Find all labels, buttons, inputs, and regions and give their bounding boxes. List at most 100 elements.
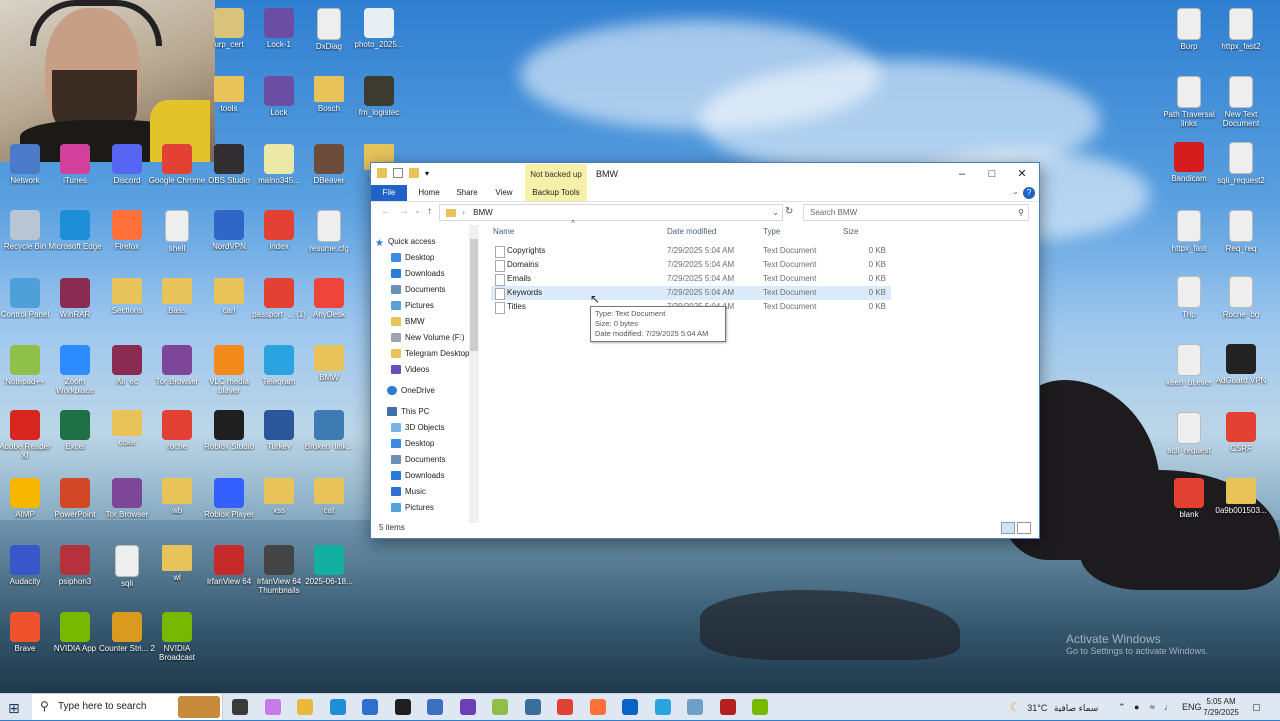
telegram-icon[interactable]: [654, 699, 671, 715]
desktop-icon[interactable]: sqli_request: [1160, 412, 1218, 455]
windows-start-icon[interactable]: ⊞: [8, 700, 20, 717]
view-toggle[interactable]: [1001, 522, 1031, 534]
desktop-icon[interactable]: wl: [148, 545, 206, 582]
details-view-icon[interactable]: [1001, 522, 1015, 534]
quick-access-toolbar[interactable]: ▾: [377, 168, 429, 178]
nav-item[interactable]: Documents✦: [391, 283, 481, 297]
desktop-icon[interactable]: iTunes: [46, 144, 104, 185]
new-folder-icon[interactable]: [409, 168, 419, 178]
desktop-icon[interactable]: Bandicam: [1160, 142, 1218, 183]
search-icon[interactable]: ⚲: [1018, 205, 1024, 220]
close-button[interactable]: ✕: [1007, 163, 1037, 185]
desktop-icon[interactable]: Req_req: [1212, 210, 1270, 253]
notepad-icon[interactable]: [687, 699, 703, 715]
desktop-icon[interactable]: cat: [300, 478, 358, 515]
file-row[interactable]: Keywords 7/29/2025 5:04 AM Text Document 0 …: [491, 286, 891, 300]
desktop-icon[interactable]: AdGuard VPN: [1212, 344, 1270, 385]
clock[interactable]: 5:05 AM 7/29/2025: [1196, 696, 1246, 718]
search-box[interactable]: Search BMW ⚲: [803, 204, 1029, 221]
desktop-icon[interactable]: Trip: [1160, 276, 1218, 319]
desktop-icon[interactable]: 0a9b001503...: [1212, 478, 1270, 515]
nav-item[interactable]: Pictures✦: [391, 299, 481, 313]
task-view-icon[interactable]: [232, 699, 248, 715]
desktop-icon[interactable]: httpx_fast: [1160, 210, 1218, 253]
notification-icon[interactable]: ▢: [1252, 694, 1261, 720]
nav-item[interactable]: Music: [391, 485, 481, 499]
app-icon[interactable]: [427, 699, 443, 715]
app-icon[interactable]: [524, 699, 541, 715]
copilot-icon[interactable]: [264, 699, 281, 715]
desktop-icon[interactable]: NVIDIA Broadcast: [148, 612, 206, 662]
desktop-icon[interactable]: resume.cfg: [300, 210, 358, 253]
desktop-icon[interactable]: Excel: [46, 410, 104, 451]
desktop-icon[interactable]: AnyDesk: [300, 278, 358, 319]
forward-arrow-icon[interactable]: →: [399, 206, 409, 217]
title-bar[interactable]: ▾ Not backed up BMW – □ ✕: [371, 163, 1039, 185]
desktop-icon[interactable]: WinRAR: [46, 278, 104, 319]
nav-quick-access[interactable]: ★ Quick access: [375, 235, 475, 249]
tab-view[interactable]: View: [489, 185, 519, 201]
nvidia-icon[interactable]: [752, 699, 768, 715]
chevron-down-icon[interactable]: ⌄: [772, 205, 779, 220]
edge-icon[interactable]: [329, 699, 346, 715]
microphone-icon[interactable]: ●: [1134, 694, 1139, 720]
column-name[interactable]: Name: [493, 227, 514, 236]
desktop-icon[interactable]: wb: [148, 478, 206, 515]
help-icon[interactable]: ?: [1023, 187, 1035, 199]
taskbar-search[interactable]: ⚲ Type here to search: [32, 694, 223, 720]
firefox-icon[interactable]: [589, 699, 606, 715]
large-icons-view-icon[interactable]: [1017, 522, 1031, 534]
taskbar-search-input[interactable]: Type here to search: [58, 701, 146, 712]
desktop-icon[interactable]: photo_2025...: [350, 8, 408, 49]
nav-scrollbar[interactable]: [469, 225, 479, 523]
weather-widget[interactable]: ☾ 31°C سماء صافية: [1010, 694, 1098, 720]
desktop-icon[interactable]: Tor Browser: [148, 345, 206, 386]
desktop-icon[interactable]: fm_logistec: [350, 76, 408, 117]
store-icon[interactable]: [362, 699, 378, 715]
desktop-icon[interactable]: Google Chrome: [148, 144, 206, 185]
volume-icon[interactable]: ♩: [1164, 694, 1173, 720]
vs-icon[interactable]: [459, 699, 476, 715]
desktop-icon[interactable]: sqli_request2: [1212, 142, 1270, 185]
desktop-icon[interactable]: keen_pl.ever: [1160, 344, 1218, 387]
nav-item[interactable]: Downloads: [391, 469, 481, 483]
chevron-down-icon[interactable]: ▾: [425, 169, 429, 178]
tab-share[interactable]: Share: [451, 185, 483, 201]
nav-item[interactable]: Desktop: [391, 437, 481, 451]
maximize-button[interactable]: □: [977, 163, 1007, 185]
nav-item[interactable]: Desktop✦: [391, 251, 481, 265]
minimize-button[interactable]: –: [947, 163, 977, 185]
desktop-icon[interactable]: Zoom Workplace: [46, 345, 104, 395]
up-arrow-icon[interactable]: ↑: [427, 206, 432, 217]
desktop-icon[interactable]: psiphon3: [46, 545, 104, 586]
tab-file[interactable]: File: [371, 185, 407, 201]
desktop-icon[interactable]: BMW: [300, 345, 358, 382]
desktop-icon[interactable]: httpx_fast2: [1212, 8, 1270, 51]
desktop-icon[interactable]: PowerPoint: [46, 478, 104, 519]
app-icon[interactable]: [719, 699, 736, 715]
terminal-icon[interactable]: [394, 699, 411, 715]
nav-item[interactable]: Downloads✦: [391, 267, 481, 281]
desktop-icon[interactable]: roche: [148, 410, 206, 451]
desktop-icon[interactable]: Roche_bg: [1212, 276, 1270, 319]
nav-onedrive[interactable]: OneDrive: [387, 384, 481, 398]
nav-item[interactable]: 3D Objects: [391, 421, 481, 435]
wifi-icon[interactable]: ≈: [1150, 694, 1155, 720]
desktop-icon[interactable]: Bass: [148, 278, 206, 315]
nav-item[interactable]: Pictures: [391, 501, 481, 515]
tray-chevron-icon[interactable]: ⌃: [1118, 694, 1126, 720]
nav-item[interactable]: Documents: [391, 453, 481, 467]
nav-item[interactable]: New Volume (F:): [391, 331, 481, 345]
column-type[interactable]: Type: [763, 227, 780, 236]
properties-icon[interactable]: [393, 168, 403, 178]
desktop-icon[interactable]: Broken_link...: [300, 410, 358, 451]
column-date-modified[interactable]: Date modified: [667, 227, 716, 236]
breadcrumb[interactable]: BMW: [473, 208, 493, 217]
desktop-icon[interactable]: NVIDIA App: [46, 612, 104, 653]
file-row[interactable]: Domains 7/29/2025 5:04 AM Text Document 0 K…: [491, 258, 891, 272]
file-explorer-window[interactable]: ▾ Not backed up BMW – □ ✕ File Home Shar…: [370, 162, 1040, 539]
tab-home[interactable]: Home: [413, 185, 445, 201]
address-bar[interactable]: › BMW ⌄: [439, 204, 783, 221]
refresh-icon[interactable]: ↻: [785, 206, 793, 217]
desktop-icon[interactable]: Burp: [1160, 8, 1218, 51]
